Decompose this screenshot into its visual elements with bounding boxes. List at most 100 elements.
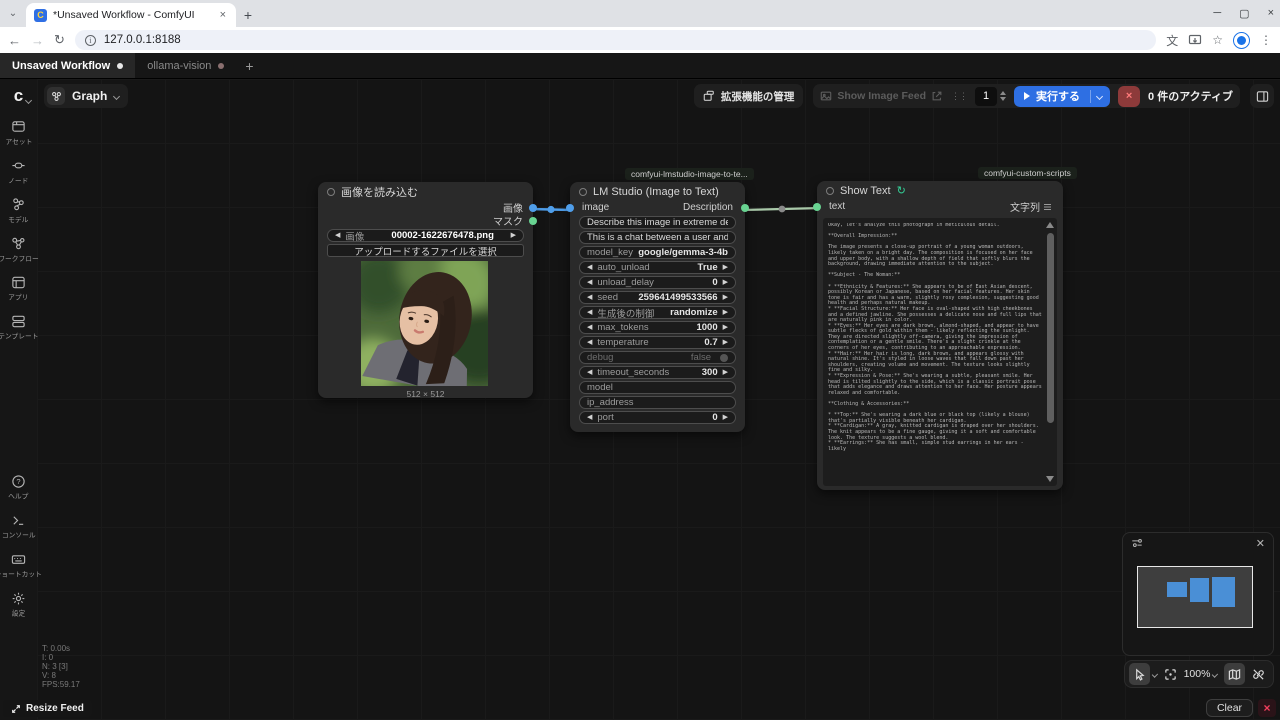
panel-toggle-button[interactable] xyxy=(1250,84,1274,108)
address-bar[interactable]: i 127.0.0.1:8188 xyxy=(74,30,1157,50)
minimap-settings-icon[interactable] xyxy=(1131,537,1143,549)
pointer-tool-button[interactable] xyxy=(1129,663,1150,685)
widget-ip_address[interactable]: ip_address xyxy=(579,396,736,409)
widget-prompt-text[interactable]: Describe this image in extreme detail a.… xyxy=(579,216,736,229)
node-lm-studio-header[interactable]: LM Studio (Image to Text) xyxy=(570,182,745,201)
workflow-tab-unsaved-workflow[interactable]: Unsaved Workflow xyxy=(0,53,136,78)
prev-arrow-icon[interactable]: ◀ xyxy=(587,369,592,376)
widget-temperature[interactable]: ◀ temperature 0.7 ▶ xyxy=(579,336,736,349)
minimap-close-icon[interactable]: ✕ xyxy=(1256,537,1265,550)
node-show-text[interactable]: Show Text ↻ text 文字列 Okay, let's analyze… xyxy=(813,181,1063,490)
drag-handle-icon[interactable]: ⋮⋮ xyxy=(951,91,968,102)
widget-model[interactable]: model xyxy=(579,381,736,394)
translate-icon[interactable]: 文 xyxy=(1166,32,1178,49)
feed-close-button[interactable]: × xyxy=(1258,699,1276,717)
widget-auto_unload[interactable]: ◀ auto_unload True ▶ xyxy=(579,261,736,274)
sidebar-item-shortcuts[interactable]: ショートカット xyxy=(0,552,42,580)
next-arrow-icon[interactable]: ▶ xyxy=(723,264,728,271)
new-workflow-button[interactable]: + xyxy=(236,53,262,78)
minimap-toggle-button[interactable] xyxy=(1223,663,1245,685)
install-app-icon[interactable] xyxy=(1188,33,1202,47)
manage-extensions-button[interactable]: 拡張機能の管理 xyxy=(693,84,804,108)
widget-生成後の制御[interactable]: ◀ 生成後の制御 randomize ▶ xyxy=(579,306,736,320)
input-dot-text[interactable] xyxy=(813,202,821,211)
prev-arrow-icon[interactable]: ◀ xyxy=(587,414,592,421)
toggle-links-button[interactable] xyxy=(1248,663,1269,685)
output-dot-description[interactable] xyxy=(741,203,749,212)
fit-view-button[interactable] xyxy=(1160,663,1181,685)
collapse-dot[interactable] xyxy=(579,187,587,196)
output-dot-mask[interactable] xyxy=(529,216,537,225)
minimize-icon[interactable]: ─ xyxy=(1213,7,1221,19)
sidebar-item-models[interactable]: モデル xyxy=(0,197,37,225)
toggle-knob[interactable] xyxy=(720,353,728,362)
next-arrow-icon[interactable]: ▶ xyxy=(723,279,728,286)
next-arrow-icon[interactable]: ▶ xyxy=(723,294,728,301)
maximize-icon[interactable]: ▢ xyxy=(1239,7,1249,20)
back-icon[interactable]: ← xyxy=(8,33,21,48)
image-filename-widget[interactable]: ◀ 画像 00002-1622676478.png ▶ xyxy=(327,229,524,243)
image-preview[interactable] xyxy=(361,261,488,386)
workflow-tab-ollama-vision[interactable]: ollama-vision xyxy=(135,53,236,78)
widget-max_tokens[interactable]: ◀ max_tokens 1000 ▶ xyxy=(579,321,736,334)
widget-port[interactable]: ◀ port 0 ▶ xyxy=(579,411,736,424)
scroll-down-icon[interactable] xyxy=(1046,476,1054,482)
batch-count-stepper[interactable]: 1 xyxy=(975,86,1007,106)
show-image-feed-button[interactable]: Show Image Feed xyxy=(820,90,943,102)
widget-timeout_seconds[interactable]: ◀ timeout_seconds 300 ▶ xyxy=(579,366,736,379)
prev-arrow-icon[interactable]: ◀ xyxy=(587,339,592,346)
node-lm-studio[interactable]: LM Studio (Image to Text) image Descript… xyxy=(566,182,749,432)
prev-arrow-icon[interactable]: ◀ xyxy=(587,279,592,286)
resize-feed-button[interactable]: Resize Feed xyxy=(3,700,92,717)
tab-search-icon[interactable]: ⌄ xyxy=(0,0,26,27)
next-arrow-icon[interactable]: ▶ xyxy=(723,369,728,376)
tab-close-icon[interactable]: × xyxy=(218,9,228,21)
bookmark-star-icon[interactable]: ☆ xyxy=(1212,33,1223,47)
collapse-dot[interactable] xyxy=(327,187,335,196)
zoom-level-label[interactable]: 100% xyxy=(1184,668,1211,680)
show-text-output-area[interactable]: Okay, let's analyze this photograph in m… xyxy=(823,218,1057,486)
browser-tab[interactable]: C *Unsaved Workflow - ComfyUI × xyxy=(26,3,236,27)
sidebar-item-nodes[interactable]: ノード xyxy=(0,158,37,186)
close-window-icon[interactable]: × xyxy=(1268,7,1274,19)
sidebar-item-assets[interactable]: アセット xyxy=(0,119,37,147)
stop-button[interactable]: × xyxy=(1118,85,1141,107)
upload-file-button[interactable]: アップロードするファイルを選択 xyxy=(327,244,524,258)
run-options-chevron[interactable] xyxy=(1090,89,1108,103)
widget-prompt-text[interactable]: This is a chat between a user and an a..… xyxy=(579,231,736,244)
prev-arrow-icon[interactable]: ◀ xyxy=(587,294,592,301)
batch-spinners[interactable] xyxy=(1000,91,1007,101)
run-button[interactable]: 実行する xyxy=(1014,85,1111,107)
node-load-image-header[interactable]: 画像を読み込む xyxy=(318,182,533,201)
prev-arrow-icon[interactable]: ◀ xyxy=(587,264,592,271)
site-info-icon[interactable]: i xyxy=(84,34,96,46)
next-arrow-icon[interactable]: ▶ xyxy=(723,309,728,316)
graph-selector-button[interactable]: Graph xyxy=(44,84,129,108)
sidebar-item-apps[interactable]: アプリ xyxy=(0,275,37,303)
forward-icon[interactable]: → xyxy=(31,33,44,48)
browser-menu-icon[interactable]: ⋮ xyxy=(1260,33,1272,47)
scroll-up-icon[interactable] xyxy=(1046,222,1054,228)
minimap-viewport[interactable] xyxy=(1137,566,1253,628)
sidebar-item-workflows[interactable]: ワークフロー xyxy=(0,236,39,264)
collapse-dot[interactable] xyxy=(826,186,834,195)
widget-debug[interactable]: debug false xyxy=(579,351,736,364)
next-arrow-icon[interactable]: ▶ xyxy=(511,232,516,239)
sidebar-item-console[interactable]: コンソール xyxy=(0,513,37,541)
sidebar-item-templates[interactable]: テンプレート xyxy=(0,314,39,342)
next-arrow-icon[interactable]: ▶ xyxy=(723,339,728,346)
pointer-tool-chevron[interactable] xyxy=(1151,670,1158,678)
next-arrow-icon[interactable]: ▶ xyxy=(723,324,728,331)
zoom-chevron[interactable] xyxy=(1212,670,1219,678)
comfyui-logo[interactable]: c xyxy=(14,87,33,105)
reload-icon[interactable]: ↻ xyxy=(54,32,65,48)
prev-arrow-icon[interactable]: ◀ xyxy=(587,324,592,331)
node-load-image[interactable]: 画像を読み込む 画像 マスク ◀ 画像 00002-1622676478.png… xyxy=(318,182,537,399)
widget-model_key[interactable]: model_key google/gemma-3-4b xyxy=(579,246,736,259)
prev-arrow-icon[interactable]: ◀ xyxy=(587,309,592,316)
new-tab-button[interactable]: + xyxy=(236,3,260,27)
widget-seed[interactable]: ◀ seed 259641499533566 ▶ xyxy=(579,291,736,304)
output-dot-image[interactable] xyxy=(529,203,537,212)
clear-button[interactable]: Clear xyxy=(1206,699,1253,717)
text-scrollbar[interactable] xyxy=(1046,220,1055,484)
